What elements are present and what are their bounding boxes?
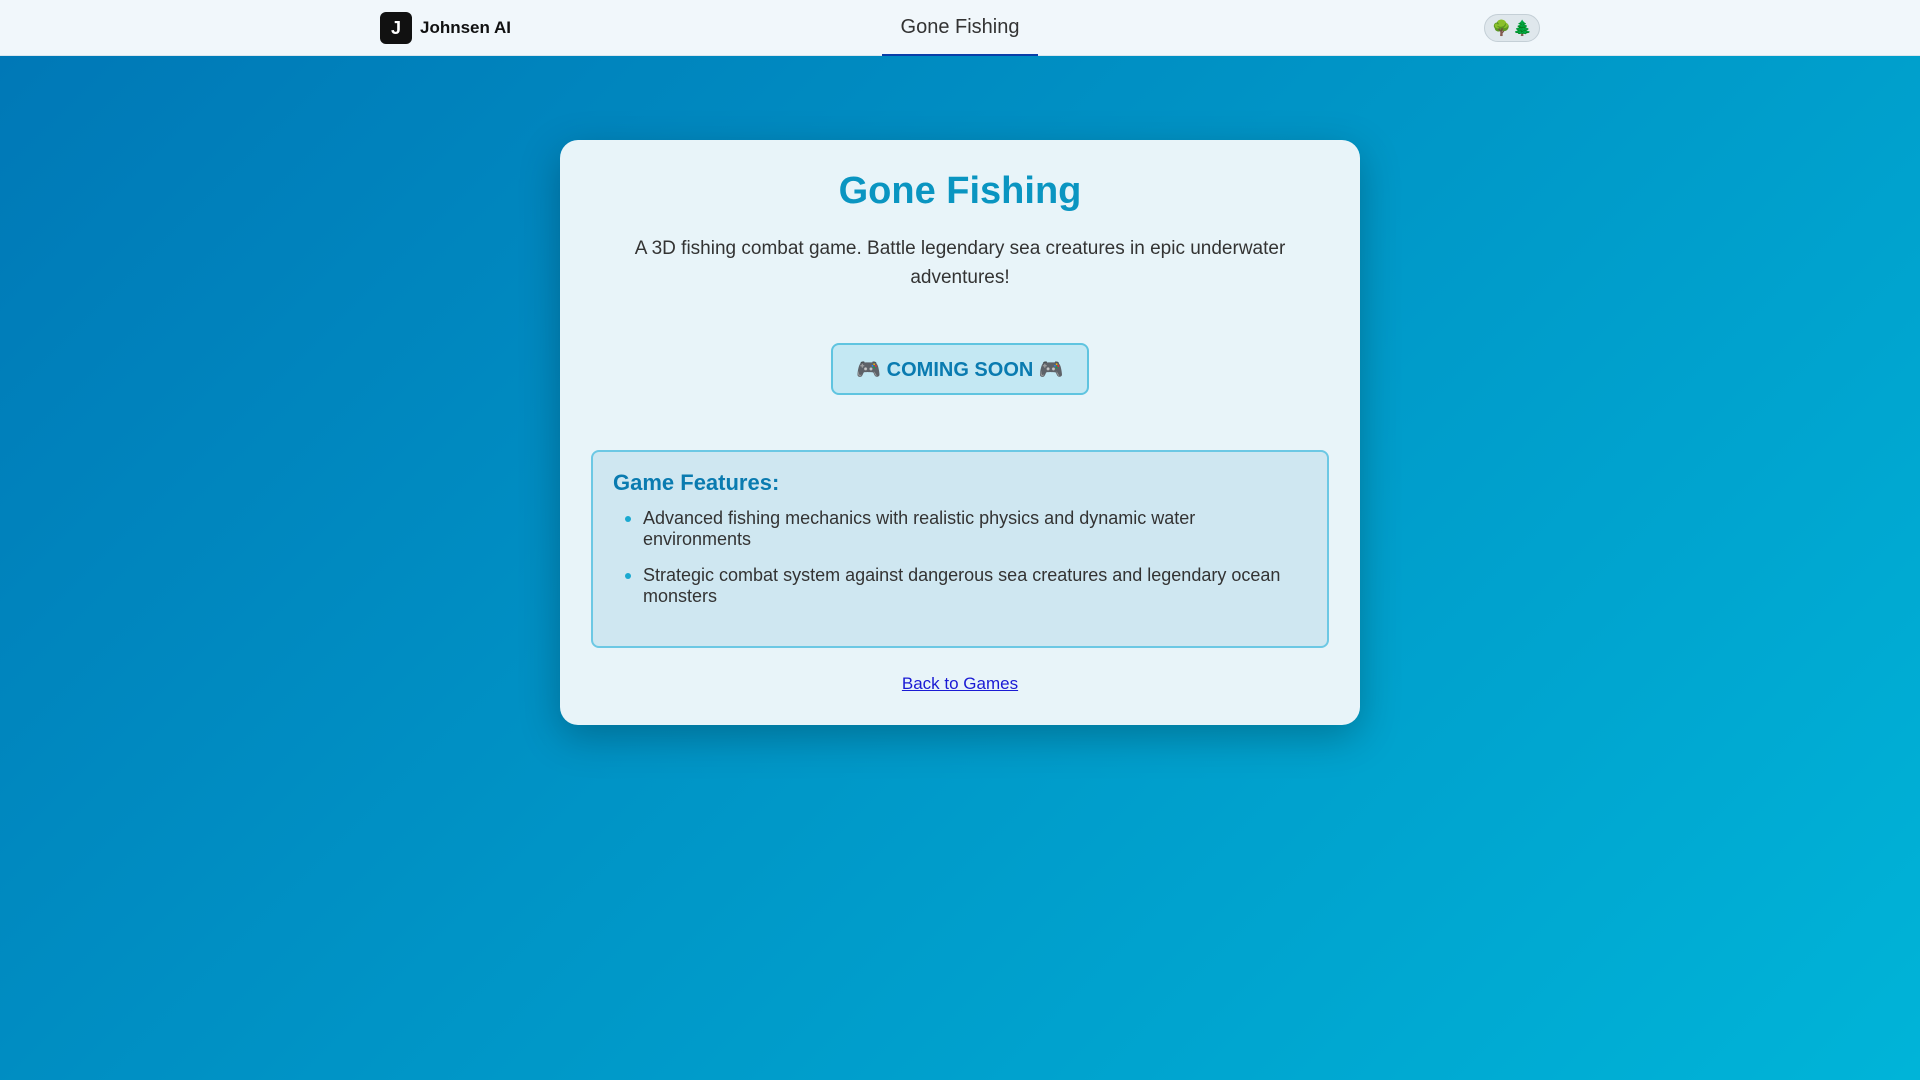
back-link-container: Back to Games — [560, 674, 1360, 694]
features-heading: Game Features: — [613, 470, 780, 495]
features-list: Advanced fishing mechanics with realisti… — [613, 508, 1307, 607]
partially-hidden-link[interactable] — [882, 50, 1038, 56]
deciduous-tree-icon: 🌳 — [1492, 20, 1511, 37]
game-card: Gone Fishing A 3D fishing combat game. B… — [560, 140, 1360, 725]
top-bar: J Johnsen AI Gone Fishing 🌳 🌲 — [0, 0, 1920, 56]
feature-item: Advanced fishing mechanics with realisti… — [613, 508, 1307, 550]
theme-toggle[interactable]: 🌳 🌲 — [1484, 14, 1540, 42]
evergreen-tree-icon: 🌲 — [1513, 20, 1532, 37]
feature-item: Strategic combat system against dangerou… — [613, 565, 1307, 607]
features-box: Game Features: Advanced fishing mechanic… — [591, 450, 1329, 648]
game-description: A 3D fishing combat game. Battle legenda… — [634, 238, 1286, 288]
coming-soon-button[interactable]: 🎮 COMING SOON 🎮 — [831, 343, 1089, 395]
back-to-games-link[interactable]: Back to Games — [902, 674, 1018, 693]
page-title: Gone Fishing — [900, 16, 1020, 38]
game-title: Gone Fishing — [838, 170, 1082, 212]
